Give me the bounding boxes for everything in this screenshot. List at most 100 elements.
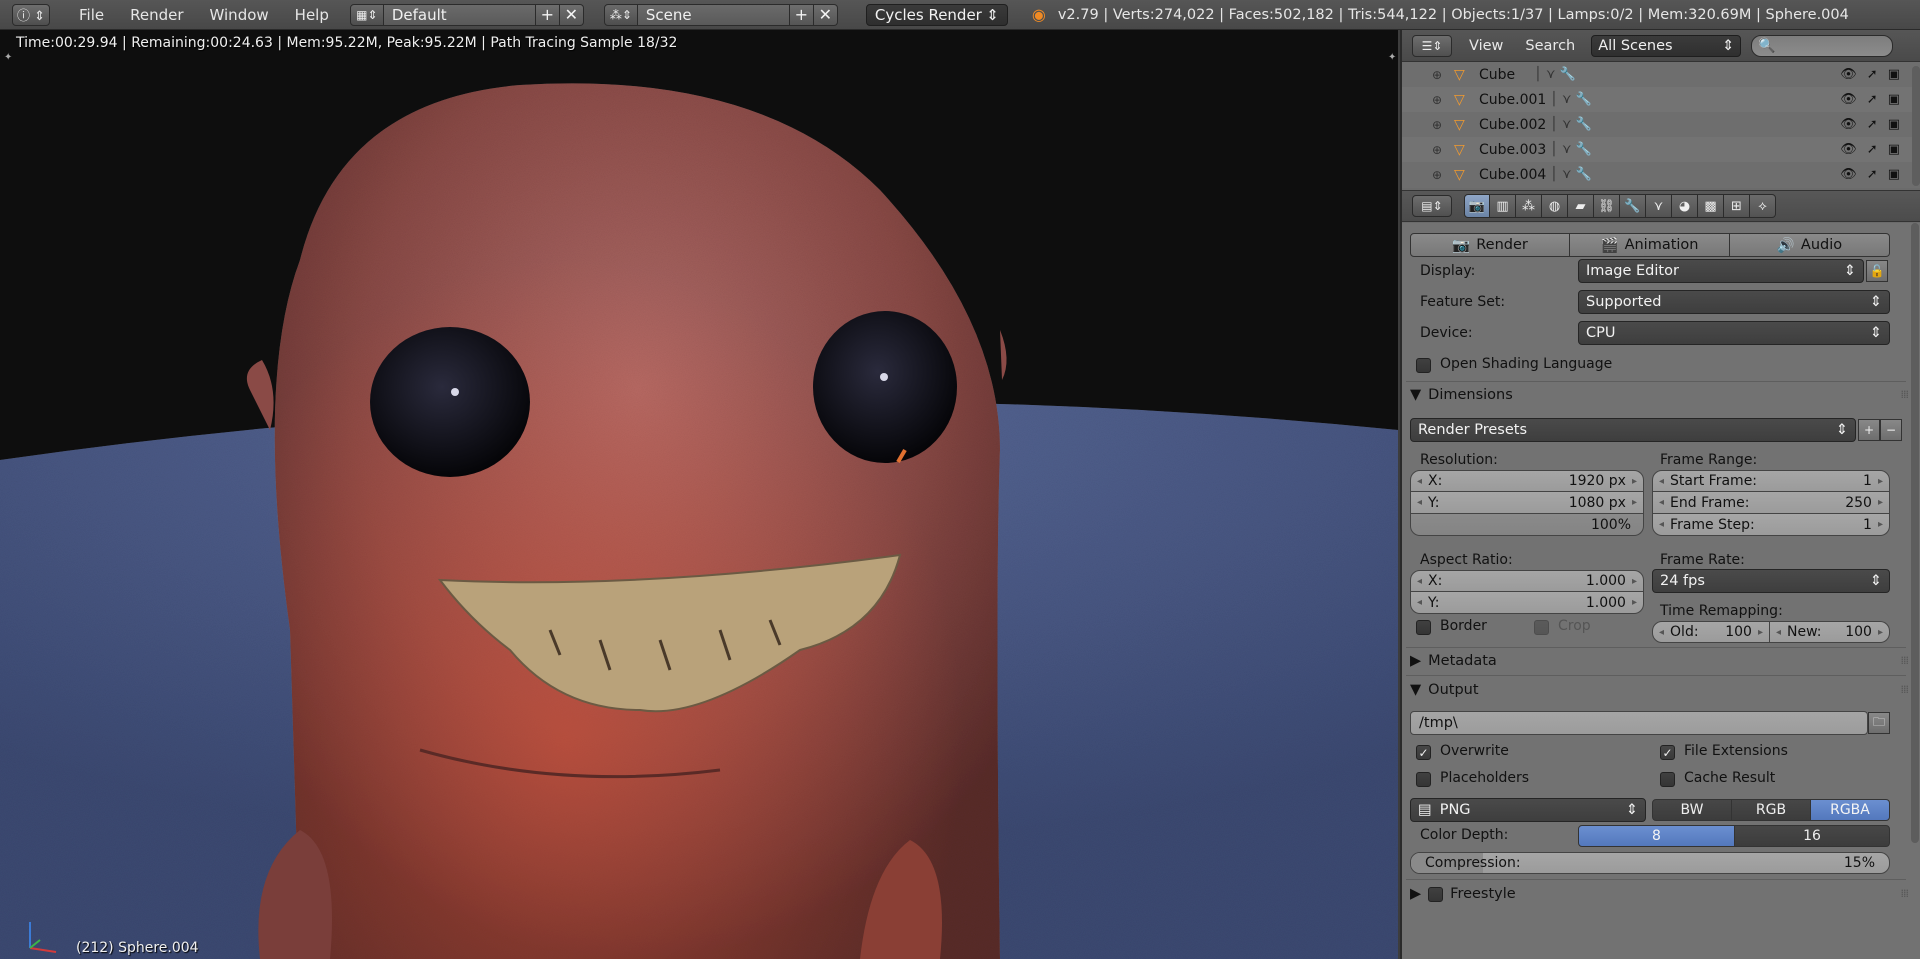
increment-arrow-icon[interactable]: ▸ (1632, 476, 1637, 487)
cache-result-checkbox[interactable] (1660, 772, 1675, 787)
audio-tab-button[interactable]: 🔊 Audio (1730, 233, 1890, 257)
render-presets-select[interactable]: Render Presets ⇕ (1410, 418, 1856, 442)
properties-editor-type-button[interactable]: ▤⇕ (1412, 195, 1452, 217)
resolution-x-field[interactable]: ◂ X: 1920 px ▸ (1410, 470, 1644, 492)
time-remap-old-field[interactable]: ◂ Old: 100 ▸ (1652, 621, 1770, 643)
drag-grip-icon[interactable]: ⁞⁞⁞ (1901, 654, 1909, 667)
output-panel-header[interactable]: ▼ Output (1410, 678, 1479, 702)
drag-grip-icon[interactable]: ⁞⁞⁞ (1901, 887, 1909, 900)
delete-scene-button[interactable]: ✕ (813, 3, 838, 26)
delete-screen-button[interactable]: ✕ (559, 3, 584, 26)
aspect-y-field[interactable]: ◂ Y: 1.000 ▸ (1410, 592, 1644, 614)
cursor-icon[interactable]: ➚ (1867, 167, 1878, 182)
cursor-icon[interactable]: ➚ (1867, 67, 1878, 82)
outliner-row[interactable]: ⊕ ▽ Cube.004 │ ⋎ 🔧 👁 ➚ ▣ (1402, 162, 1920, 187)
expand-icon[interactable]: ⊕ (1432, 143, 1442, 157)
render-engine-select[interactable]: Cycles Render ⇕ (865, 3, 1008, 26)
region-expand-icon[interactable]: ✦ (4, 52, 12, 63)
restriction-toggles[interactable]: 👁 ➚ ▣ (1840, 167, 1900, 182)
outliner-search-input[interactable]: 🔍 (1751, 34, 1894, 57)
output-path-field[interactable]: /tmp\ (1410, 711, 1868, 735)
mesh-data-and-modifier-icons[interactable]: │ ⋎ 🔧 (1550, 117, 1592, 132)
osl-checkbox[interactable] (1416, 358, 1431, 373)
context-constraints-tab[interactable]: ⛓ (1594, 194, 1620, 218)
outliner-row[interactable]: ⊕ ▽ Cube.001 │ ⋎ 🔧 👁 ➚ ▣ (1402, 87, 1920, 112)
increment-arrow-icon[interactable]: ▸ (1632, 597, 1637, 608)
increment-arrow-icon[interactable]: ▸ (1878, 519, 1883, 530)
color-mode-rgba[interactable]: RGBA (1810, 799, 1890, 821)
animation-tab-button[interactable]: 🎬 Animation (1570, 233, 1730, 257)
color-mode-bw[interactable]: BW (1652, 799, 1732, 821)
3d-viewport-render[interactable]: Time:00:29.94 | Remaining:00:24.63 | Mem… (0, 30, 1398, 959)
scene-field[interactable]: Scene (637, 3, 790, 26)
dimensions-panel-header[interactable]: ▼ Dimensions (1410, 383, 1513, 407)
drag-grip-icon[interactable]: ⁞⁞⁞ (1901, 683, 1909, 696)
eye-icon[interactable]: 👁 (1840, 167, 1857, 182)
region-expand-icon-right[interactable]: ✦ (1388, 52, 1396, 63)
context-render-tab[interactable]: 📷 (1464, 194, 1490, 218)
eye-icon[interactable]: 👁 (1840, 67, 1857, 82)
lock-interface-button[interactable]: 🔓 (1866, 260, 1888, 282)
compression-slider[interactable]: Compression: 15% (1410, 852, 1890, 874)
outliner-row[interactable]: ⊕ ▽ Cube │ ⋎ 🔧 👁 ➚ ▣ (1402, 62, 1920, 87)
time-remap-new-field[interactable]: ◂ New: 100 ▸ (1770, 621, 1890, 643)
camera-icon[interactable]: ▣ (1888, 67, 1900, 82)
context-modifiers-tab[interactable]: 🔧 (1620, 194, 1646, 218)
cursor-icon[interactable]: ➚ (1867, 117, 1878, 132)
camera-icon[interactable]: ▣ (1888, 167, 1900, 182)
mesh-data-and-modifier-icons[interactable]: │ ⋎ 🔧 (1550, 142, 1592, 157)
screen-layout-field[interactable]: Default (383, 3, 536, 26)
start-frame-field[interactable]: ◂ Start Frame: 1 ▸ (1652, 470, 1890, 492)
eye-icon[interactable]: 👁 (1840, 117, 1857, 132)
camera-icon[interactable]: ▣ (1888, 142, 1900, 157)
screen-layout-menu-button[interactable]: ▦⇕ (349, 3, 384, 26)
feature-set-select[interactable]: Supported ⇕ (1578, 290, 1890, 314)
context-object-tab[interactable]: ▰ (1568, 194, 1594, 218)
restriction-toggles[interactable]: 👁 ➚ ▣ (1840, 117, 1900, 132)
object-name[interactable]: Cube (1479, 67, 1515, 83)
restriction-toggles[interactable]: 👁 ➚ ▣ (1840, 142, 1900, 157)
color-depth-16[interactable]: 16 (1734, 825, 1890, 847)
outliner-row[interactable]: ⊕ ▽ Cube.003 │ ⋎ 🔧 👁 ➚ ▣ (1402, 137, 1920, 162)
frame-rate-select[interactable]: 24 fps ⇕ (1652, 569, 1890, 593)
context-material-tab[interactable]: ◕ (1672, 194, 1698, 218)
menu-window[interactable]: Window (197, 6, 282, 24)
end-frame-field[interactable]: ◂ End Frame: 250 ▸ (1652, 492, 1890, 514)
context-scene-tab[interactable]: ⁂ (1516, 194, 1542, 218)
expand-icon[interactable]: ⊕ (1432, 68, 1442, 82)
metadata-panel-header[interactable]: ▶ Metadata (1410, 649, 1497, 673)
overwrite-checkbox[interactable]: ✓ (1416, 745, 1431, 760)
browse-folder-button[interactable]: 🗀 (1868, 712, 1890, 734)
increment-arrow-icon[interactable]: ▸ (1878, 476, 1883, 487)
object-name[interactable]: Cube.002 (1479, 117, 1546, 133)
menu-file[interactable]: File (66, 6, 117, 24)
properties-scrollbar[interactable] (1911, 223, 1919, 843)
frame-step-field[interactable]: ◂ Frame Step: 1 ▸ (1652, 514, 1890, 536)
menu-help[interactable]: Help (282, 6, 342, 24)
mesh-data-and-modifier-icons[interactable]: │ ⋎ 🔧 (1534, 67, 1576, 82)
drag-grip-icon[interactable]: ⁞⁞⁞ (1901, 388, 1909, 401)
outliner-scrollbar[interactable] (1912, 66, 1920, 186)
color-mode-rgb[interactable]: RGB (1731, 799, 1811, 821)
increment-arrow-icon[interactable]: ▸ (1878, 627, 1883, 638)
camera-icon[interactable]: ▣ (1888, 92, 1900, 107)
remove-preset-button[interactable]: − (1880, 419, 1902, 441)
cursor-icon[interactable]: ➚ (1867, 142, 1878, 157)
restriction-toggles[interactable]: 👁 ➚ ▣ (1840, 92, 1900, 107)
add-screen-button[interactable]: + (535, 3, 560, 26)
eye-icon[interactable]: 👁 (1840, 92, 1857, 107)
scene-menu-button[interactable]: ⁂⇕ (603, 3, 638, 26)
freestyle-panel-header[interactable]: ▶ Freestyle (1410, 882, 1516, 906)
color-depth-8[interactable]: 8 (1578, 825, 1735, 847)
resolution-y-field[interactable]: ◂ Y: 1080 px ▸ (1410, 492, 1644, 514)
cursor-icon[interactable]: ➚ (1867, 92, 1878, 107)
context-render-layers-tab[interactable]: ▥ (1490, 194, 1516, 218)
object-name[interactable]: Cube.004 (1479, 167, 1546, 183)
menu-render[interactable]: Render (117, 6, 196, 24)
context-physics-tab[interactable]: ⊞ (1724, 194, 1750, 218)
eye-icon[interactable]: 👁 (1840, 142, 1857, 157)
crop-checkbox[interactable] (1534, 620, 1549, 635)
freestyle-checkbox[interactable] (1428, 886, 1444, 902)
outliner-menu-search[interactable]: Search (1525, 38, 1575, 54)
restriction-toggles[interactable]: 👁 ➚ ▣ (1840, 67, 1900, 82)
